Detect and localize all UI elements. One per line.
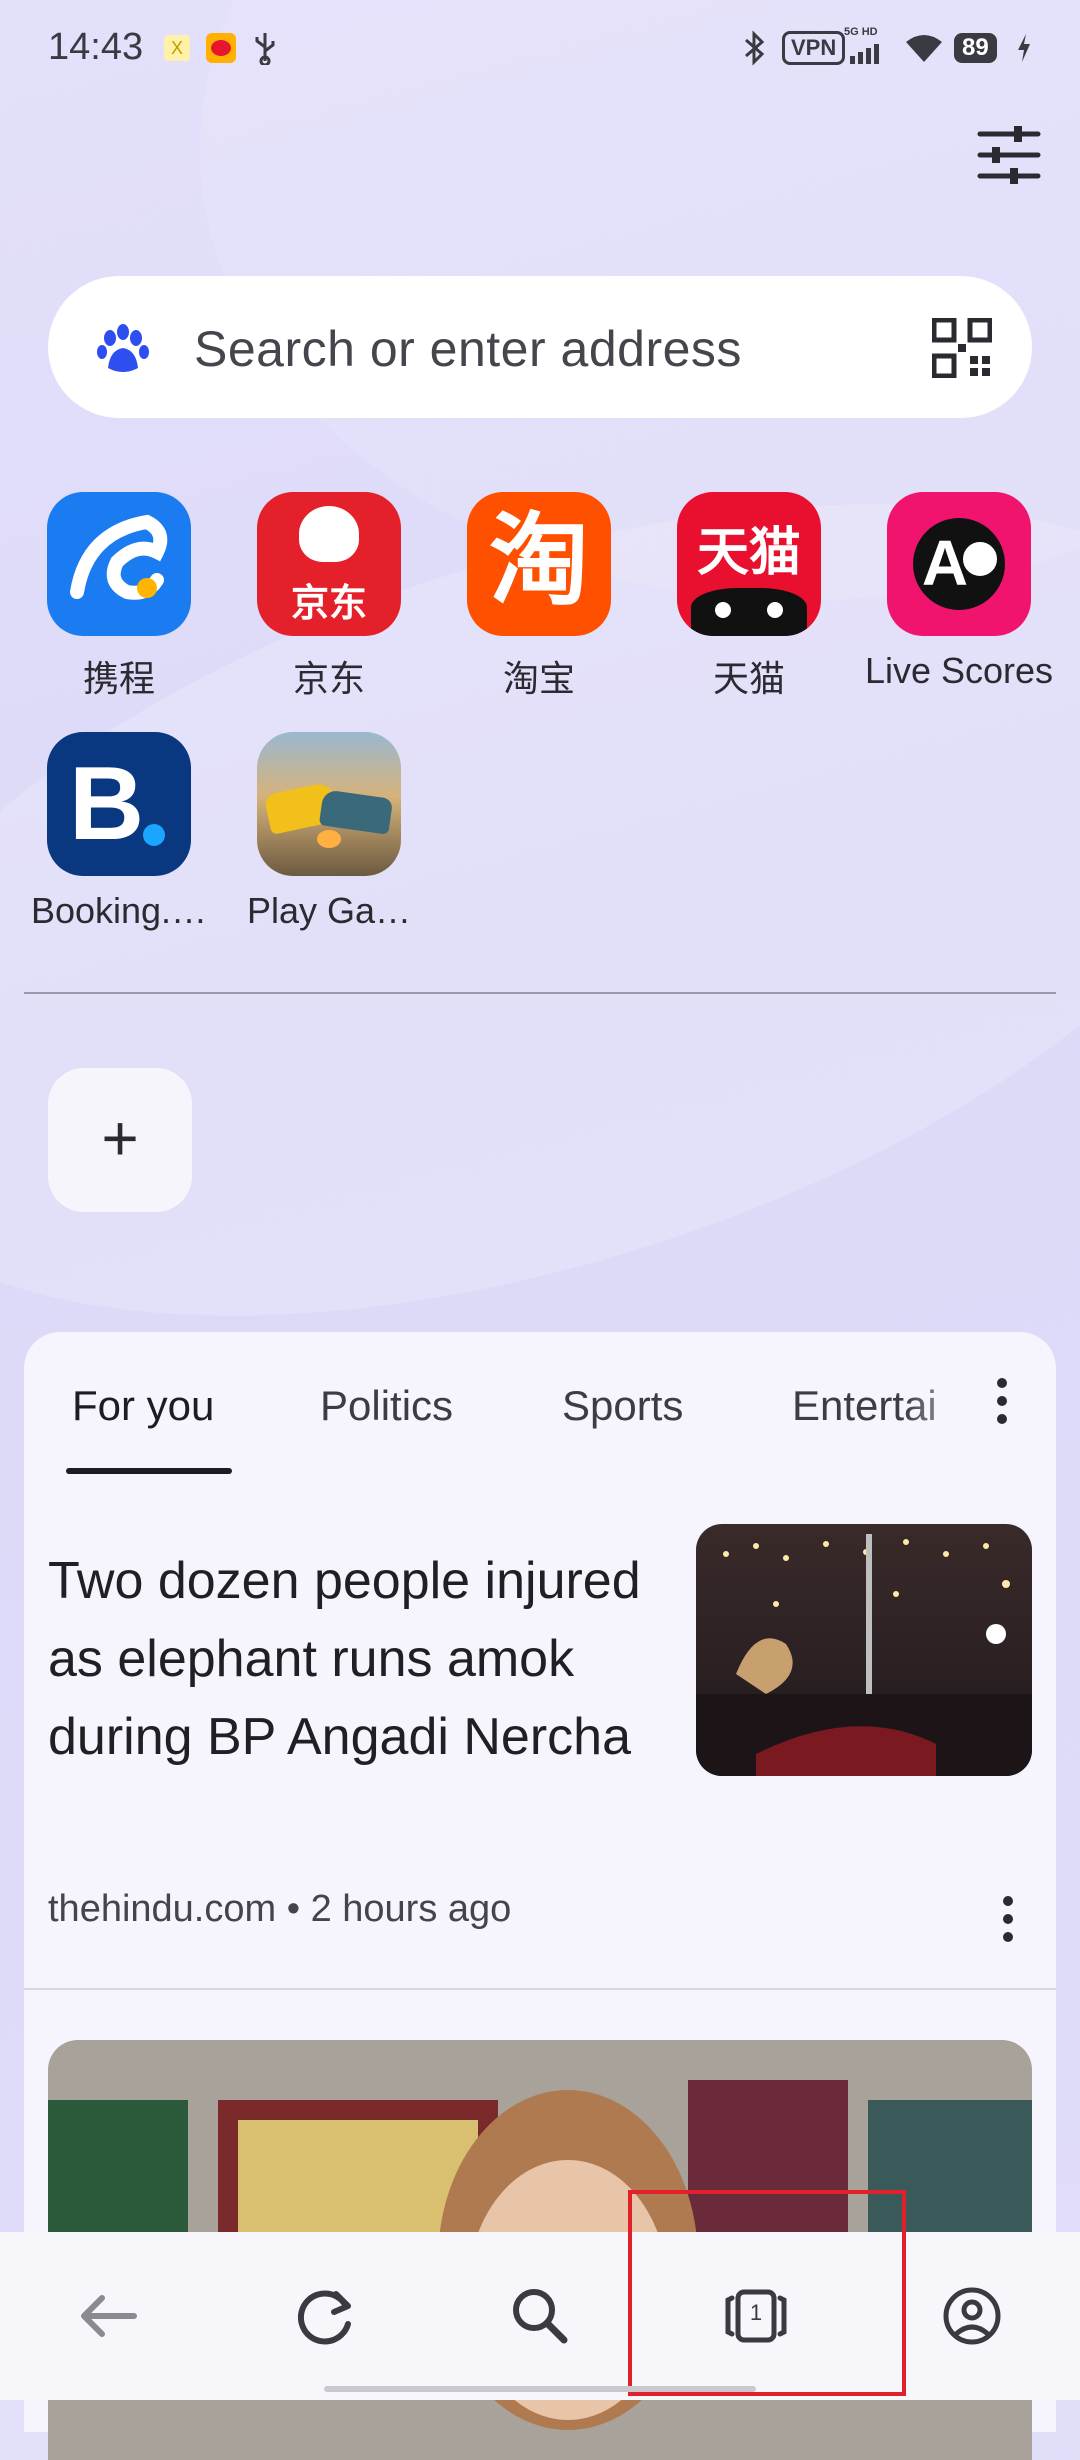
charging-icon [1016,30,1032,66]
active-tab-indicator [66,1468,232,1474]
bluetooth-icon [740,30,770,66]
divider [24,992,1056,994]
shortcut-label: Play Ga… [246,890,412,931]
shortcut-label: 携程 [82,658,155,699]
shortcut-ctrip[interactable]: 携程 [14,492,224,702]
shortcut-jd[interactable]: 京东 京东 [224,492,434,702]
shortcut-live-scores[interactable]: A Live Scores [854,492,1064,692]
customize-icon[interactable] [974,120,1044,190]
search-placeholder[interactable]: Search or enter address [194,320,742,378]
shortcut-label: 淘宝 [502,658,575,699]
shortcut-label: 天猫 [712,658,785,699]
shortcut-tmall[interactable]: 天猫 天猫 [644,492,854,702]
taobao-icon: 淘 [467,492,611,636]
article-time: 2 hours ago [310,1888,512,1930]
usb-icon [252,30,278,66]
tmall-icon: 天猫 [677,492,821,636]
back-icon[interactable] [58,2266,158,2366]
network-type: 5G HD [844,26,878,38]
plus-icon: + [101,1102,139,1174]
tabs-fade [904,1362,994,1462]
shortcut-label: 京东 [292,658,365,699]
article-thumbnail[interactable] [696,1524,1032,1776]
qr-scan-icon[interactable] [931,317,993,379]
account-icon[interactable] [922,2266,1022,2366]
ctrip-icon [47,492,191,636]
add-shortcut-button[interactable]: + [48,1068,192,1212]
shortcut-booking[interactable]: B Booking.… [14,732,224,932]
reload-icon[interactable] [274,2266,374,2366]
weibo-icon [206,30,236,66]
article-meta: thehindu.com • 2 hours ago [48,1888,512,1930]
tabs-button-highlight [628,2190,906,2396]
tab-politics[interactable]: Politics [320,1382,453,1430]
home-indicator [324,2386,756,2392]
shortcut-play-games[interactable]: Play Ga… [224,732,434,932]
shortcut-taobao[interactable]: 淘 淘宝 [434,492,644,702]
article-source: thehindu.com [48,1888,277,1930]
shortcut-label: Booking.… [30,890,208,931]
notification-app-icon: X [164,30,190,66]
jd-icon: 京东 [257,492,401,636]
live-scores-icon: A [887,492,1031,636]
tab-for-you[interactable]: For you [72,1382,214,1430]
search-bar[interactable]: Search or enter address [48,276,1032,418]
card-divider [24,1988,1056,1990]
tab-sports[interactable]: Sports [562,1382,683,1430]
signal-icon: 5G HD [844,26,888,66]
status-bar: 14:43 X VPN 5G HD 89 [0,0,1080,100]
status-time: 14:43 [48,26,144,68]
booking-icon: B [47,732,191,876]
wifi-icon [904,30,944,66]
shortcut-label: Live Scores [864,650,1054,691]
vpn-icon: VPN [782,30,846,66]
bottom-nav: 1 [0,2232,1080,2400]
search-icon[interactable] [490,2266,590,2366]
battery-indicator: 89 [954,30,997,66]
feed-more-icon[interactable] [992,1378,1012,1424]
baidu-paw-icon [96,322,150,376]
article-more-icon[interactable] [998,1896,1018,1942]
article-headline[interactable]: Two dozen people injured as elephant run… [48,1542,648,1776]
play-games-icon [257,732,401,876]
feed-tabs: For you Politics Sports Entertai [24,1332,1056,1482]
